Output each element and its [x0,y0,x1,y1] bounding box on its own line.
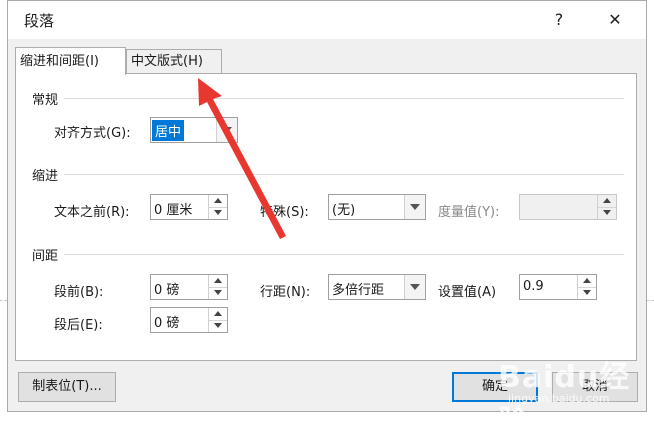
chevron-down-icon[interactable] [404,275,425,299]
watermark-url: jingyan.baidu.com [508,392,610,405]
spin-down-icon[interactable] [209,207,227,219]
help-button[interactable]: ? [546,8,572,32]
at-value: 0.9 [523,279,544,294]
spacing-after-spinner[interactable]: 0 磅 [150,307,228,333]
spinner-buttons [208,308,227,332]
spin-down-icon[interactable] [209,320,227,332]
spin-down-icon[interactable] [598,207,616,219]
tab-indents-spacing[interactable]: 缩进和间距(I) [15,47,126,75]
by-spinner[interactable] [519,194,617,220]
chevron-down-icon[interactable] [216,118,237,142]
special-label: 特殊(S): [260,205,309,220]
paragraph-dialog: 段落 ? ✕ 缩进和间距(I) 中文版式(H) 常规 对齐方式(G): 居中 缩… [7,0,647,412]
at-spinner[interactable]: 0.9 [519,274,597,300]
spacing-before-value: 0 磅 [154,283,180,298]
tab-panel: 常规 对齐方式(G): 居中 缩进 文本之前(R): 0 厘米 特殊(S): (… [15,73,637,361]
dialog-title: 段落 [24,12,55,30]
tabs-button[interactable]: 制表位(T)... [18,372,116,402]
close-button[interactable]: ✕ [602,8,628,32]
special-combo[interactable]: (无) [328,194,426,220]
alignment-combo[interactable]: 居中 [150,117,238,143]
background-line-right [647,300,654,302]
spin-down-icon[interactable] [209,287,227,299]
at-label: 设置值(A) [438,285,497,300]
chevron-down-icon[interactable] [404,195,425,219]
before-text-value: 0 厘米 [154,203,193,218]
special-value: (无) [332,203,356,218]
spinner-buttons [597,195,616,219]
background-line-left [0,300,7,302]
alignment-label: 对齐方式(G): [54,126,131,141]
spinner-buttons [208,195,227,219]
spin-down-icon[interactable] [578,287,596,299]
alignment-value: 居中 [152,120,185,141]
line-spacing-combo[interactable]: 多倍行距 [328,274,426,300]
line-spacing-value: 多倍行距 [332,283,385,298]
spacing-section-label: 间距 [32,245,65,264]
tab-asian-typography[interactable]: 中文版式(H) [126,49,222,73]
by-label: 度量值(Y): [438,205,500,220]
line-spacing-label: 行距(N): [260,285,311,300]
indent-section-label: 缩进 [32,165,65,184]
before-text-spinner[interactable]: 0 厘米 [150,194,228,220]
spinner-buttons [577,275,596,299]
spacing-after-label: 段后(E): [54,318,103,333]
general-section-label: 常规 [32,89,65,108]
spinner-buttons [208,275,227,299]
spacing-before-label: 段前(B): [54,285,104,300]
title-bar: 段落 ? ✕ [8,1,646,39]
spacing-after-value: 0 磅 [154,316,180,331]
spacing-section: 间距 [32,245,624,347]
before-text-label: 文本之前(R): [54,205,130,220]
spacing-before-spinner[interactable]: 0 磅 [150,274,228,300]
